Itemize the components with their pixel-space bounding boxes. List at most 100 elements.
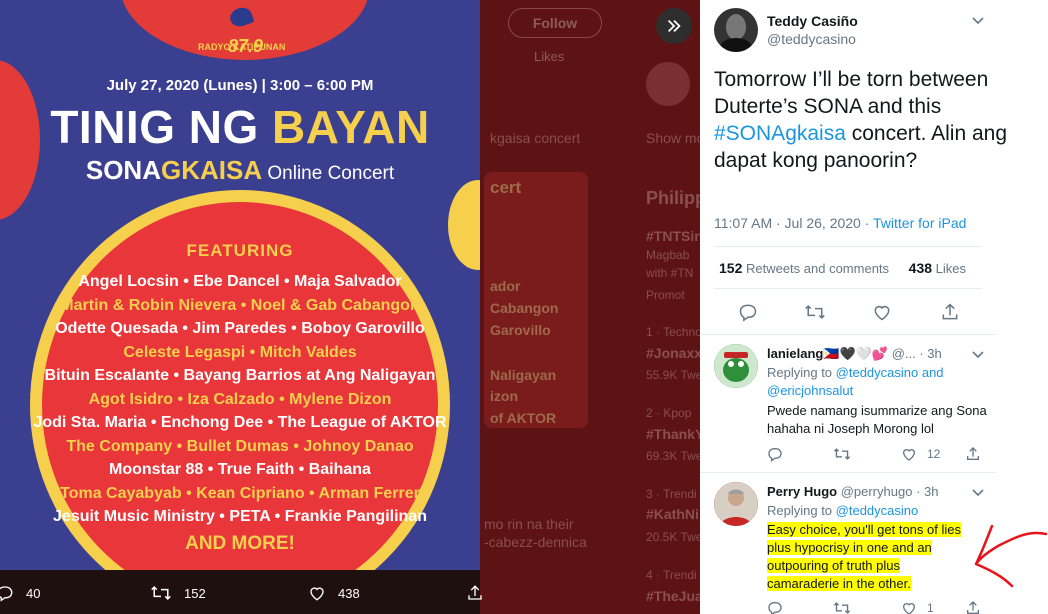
mention-link[interactable]: @teddycasino [836, 503, 919, 518]
background-trend-meta: 1 · Techno [646, 325, 700, 339]
reply-tweet[interactable]: lanielang🇵🇭🖤🤍💕 @... · 3h Replying to @te… [700, 334, 1000, 472]
background-poster-text: ador [490, 278, 521, 294]
mention-link[interactable]: @teddycasino [836, 365, 919, 380]
background-poster-text: cert [490, 178, 522, 197]
poster-lineup-line: Bituin Escalante • Bayang Barrios at Ang… [44, 367, 436, 384]
replying-to: Replying to @teddycasino [767, 502, 987, 520]
poster-sub-white: SONA [85, 155, 161, 185]
double-chevron-right-icon [667, 19, 681, 33]
reply-author[interactable]: lanielang🇵🇭🖤🤍💕 @... · 3h [767, 346, 942, 362]
poster-featuring: FEATURING [186, 241, 294, 260]
poster-lineup-line: Toma Cayabyab • Kean Cipriano • Arman Fe… [60, 484, 420, 502]
chevron-down-icon[interactable] [970, 346, 986, 362]
poster-lineup-line: Agot Isidro • Iza Calzado • Mylene Dizon [88, 390, 392, 408]
image-retweet-count: 152 [184, 585, 206, 601]
background-trend-meta: Magbab [646, 248, 690, 262]
background-trend-meta: Promot [646, 288, 685, 302]
reply-like-button[interactable]: 12 [901, 446, 940, 462]
red-arrow-annotation [974, 524, 1048, 588]
radio-station-logo: RADYO KATIPUNAN 87.9 [196, 4, 286, 60]
replying-prefix: Replying to [767, 503, 836, 518]
reply-icon[interactable] [738, 302, 758, 322]
replying-prefix: Replying to [767, 365, 836, 380]
avatar-image [714, 482, 758, 526]
retweets-label: Retweets and comments [742, 261, 890, 276]
expand-panel-button[interactable] [656, 8, 692, 44]
background-trend-meta: 4 · Trendi [646, 568, 697, 582]
image-reply-button[interactable]: 40 [0, 584, 40, 602]
poster-subtitle: SONAGKAISA Online Concert [0, 155, 480, 186]
background-text: mo rin na their [484, 516, 574, 532]
reply-share-button[interactable] [965, 446, 981, 462]
tweet-stats: 152 Retweets and comments 438 Likes [719, 260, 966, 276]
author-handle[interactable]: @teddycasino [767, 31, 856, 47]
heart-icon[interactable] [872, 302, 892, 322]
share-icon[interactable] [940, 302, 960, 322]
heart-icon [310, 587, 324, 601]
chevron-down-icon[interactable] [970, 484, 986, 500]
reply-text: Pwede namang isummarize ang Sona hahaha … [767, 403, 987, 436]
reply-author[interactable]: Perry Hugo @perryhugo · 3h [767, 484, 938, 499]
poster-lineup-line: Jodi Sta. Maria • Enchong Dee • The Leag… [33, 414, 447, 431]
background-text: -cabezz-dennica [484, 534, 587, 550]
reply-retweet-button[interactable] [833, 446, 851, 462]
reply-handle: @... · 3h [888, 346, 942, 361]
background-show-more: Show mo [646, 130, 700, 146]
reply-reply-button[interactable] [767, 600, 783, 614]
image-retweet-button[interactable]: 152 [150, 584, 206, 602]
avatar-image [714, 344, 758, 388]
background-poster-text: Cabangon [490, 300, 559, 316]
avatar-body [720, 38, 752, 52]
reply-avatar[interactable] [714, 482, 758, 526]
tweet-time[interactable]: 11:07 AM · Jul 26, 2020 · [714, 215, 873, 231]
reply-like-count: 1 [927, 601, 934, 614]
reply-icon [768, 448, 782, 462]
background-trend: #Jonaxx [646, 345, 700, 361]
tweet-hashtag-link[interactable]: #SONAgkaisa [714, 122, 846, 145]
background-trend-meta: 2 · Kpop [646, 406, 692, 420]
poster-sub-yellow: GKAISA [160, 155, 263, 185]
tweet-source-link[interactable]: Twitter for iPad [873, 215, 966, 231]
tweet-text-part: Tomorrow I’ll be torn between Duterte’s … [714, 68, 989, 118]
retweet-icon[interactable] [804, 302, 826, 322]
background-trend-meta: with #TN [646, 266, 694, 280]
reply-like-button[interactable]: 1 [901, 600, 934, 614]
background-trend-meta: 55.9K Twe [646, 368, 700, 382]
background-trend: #KathNi [646, 506, 699, 522]
image-share-button[interactable] [466, 584, 484, 602]
tweet-image-poster[interactable]: RADYO KATIPUNAN 87.9 July 27, 2020 (Lune… [0, 0, 480, 570]
retweets-stat[interactable]: 152 Retweets and comments [719, 260, 890, 276]
highlighted-reply-text: Easy choice, you'll get tons of lies plu… [767, 522, 961, 591]
reply-handle: @perryhugo · 3h [837, 484, 939, 499]
background-trend-meta: 69.3K Twe [646, 449, 700, 463]
avatar-face [726, 14, 746, 40]
heart-icon [902, 603, 916, 614]
reply-tweet[interactable]: Perry Hugo @perryhugo · 3h Replying to @… [700, 472, 1000, 614]
tweet-text: Tomorrow I’ll be torn between Duterte’s … [714, 66, 1014, 174]
replying-to: Replying to @teddycasino and @ericjohnsa… [767, 364, 987, 400]
chevron-down-icon[interactable] [970, 12, 986, 28]
author-name[interactable]: Teddy Casiño [767, 13, 858, 29]
background-follow-button: Follow [508, 8, 602, 38]
image-like-button[interactable]: 438 [308, 584, 360, 602]
likes-stat[interactable]: 438 Likes [909, 260, 966, 276]
poster-lineup-line: Celeste Legaspi • Mitch Valdes [123, 343, 357, 361]
tweet-timestamp: 11:07 AM · Jul 26, 2020 · Twitter for iP… [714, 215, 966, 231]
reply-reply-button[interactable] [767, 446, 783, 462]
retweet-icon [833, 448, 851, 460]
share-icon [468, 585, 482, 600]
poster-lineup-line: The Company • Bullet Dumas • Johnoy Dana… [66, 437, 414, 455]
tweet-actions [700, 302, 990, 326]
retweets-count: 152 [719, 260, 743, 276]
poster-title-yellow: BAYAN [272, 101, 430, 153]
background-trend-meta: 3 · Trendi [646, 487, 697, 501]
reply-retweet-button[interactable] [833, 600, 851, 614]
poster-lineup-line: Odette Quesada • Jim Paredes • Boboy Gar… [55, 320, 425, 337]
poster-sub-small: Online Concert [262, 163, 395, 184]
likes-label: Likes [932, 261, 966, 276]
poster-title: TINIG NG BAYAN [0, 100, 480, 154]
background-poster-text: Garovillo [490, 322, 551, 338]
mention-link[interactable]: @ericjohnsalut [767, 383, 853, 398]
author-avatar[interactable] [714, 8, 758, 52]
reply-avatar[interactable] [714, 344, 758, 388]
